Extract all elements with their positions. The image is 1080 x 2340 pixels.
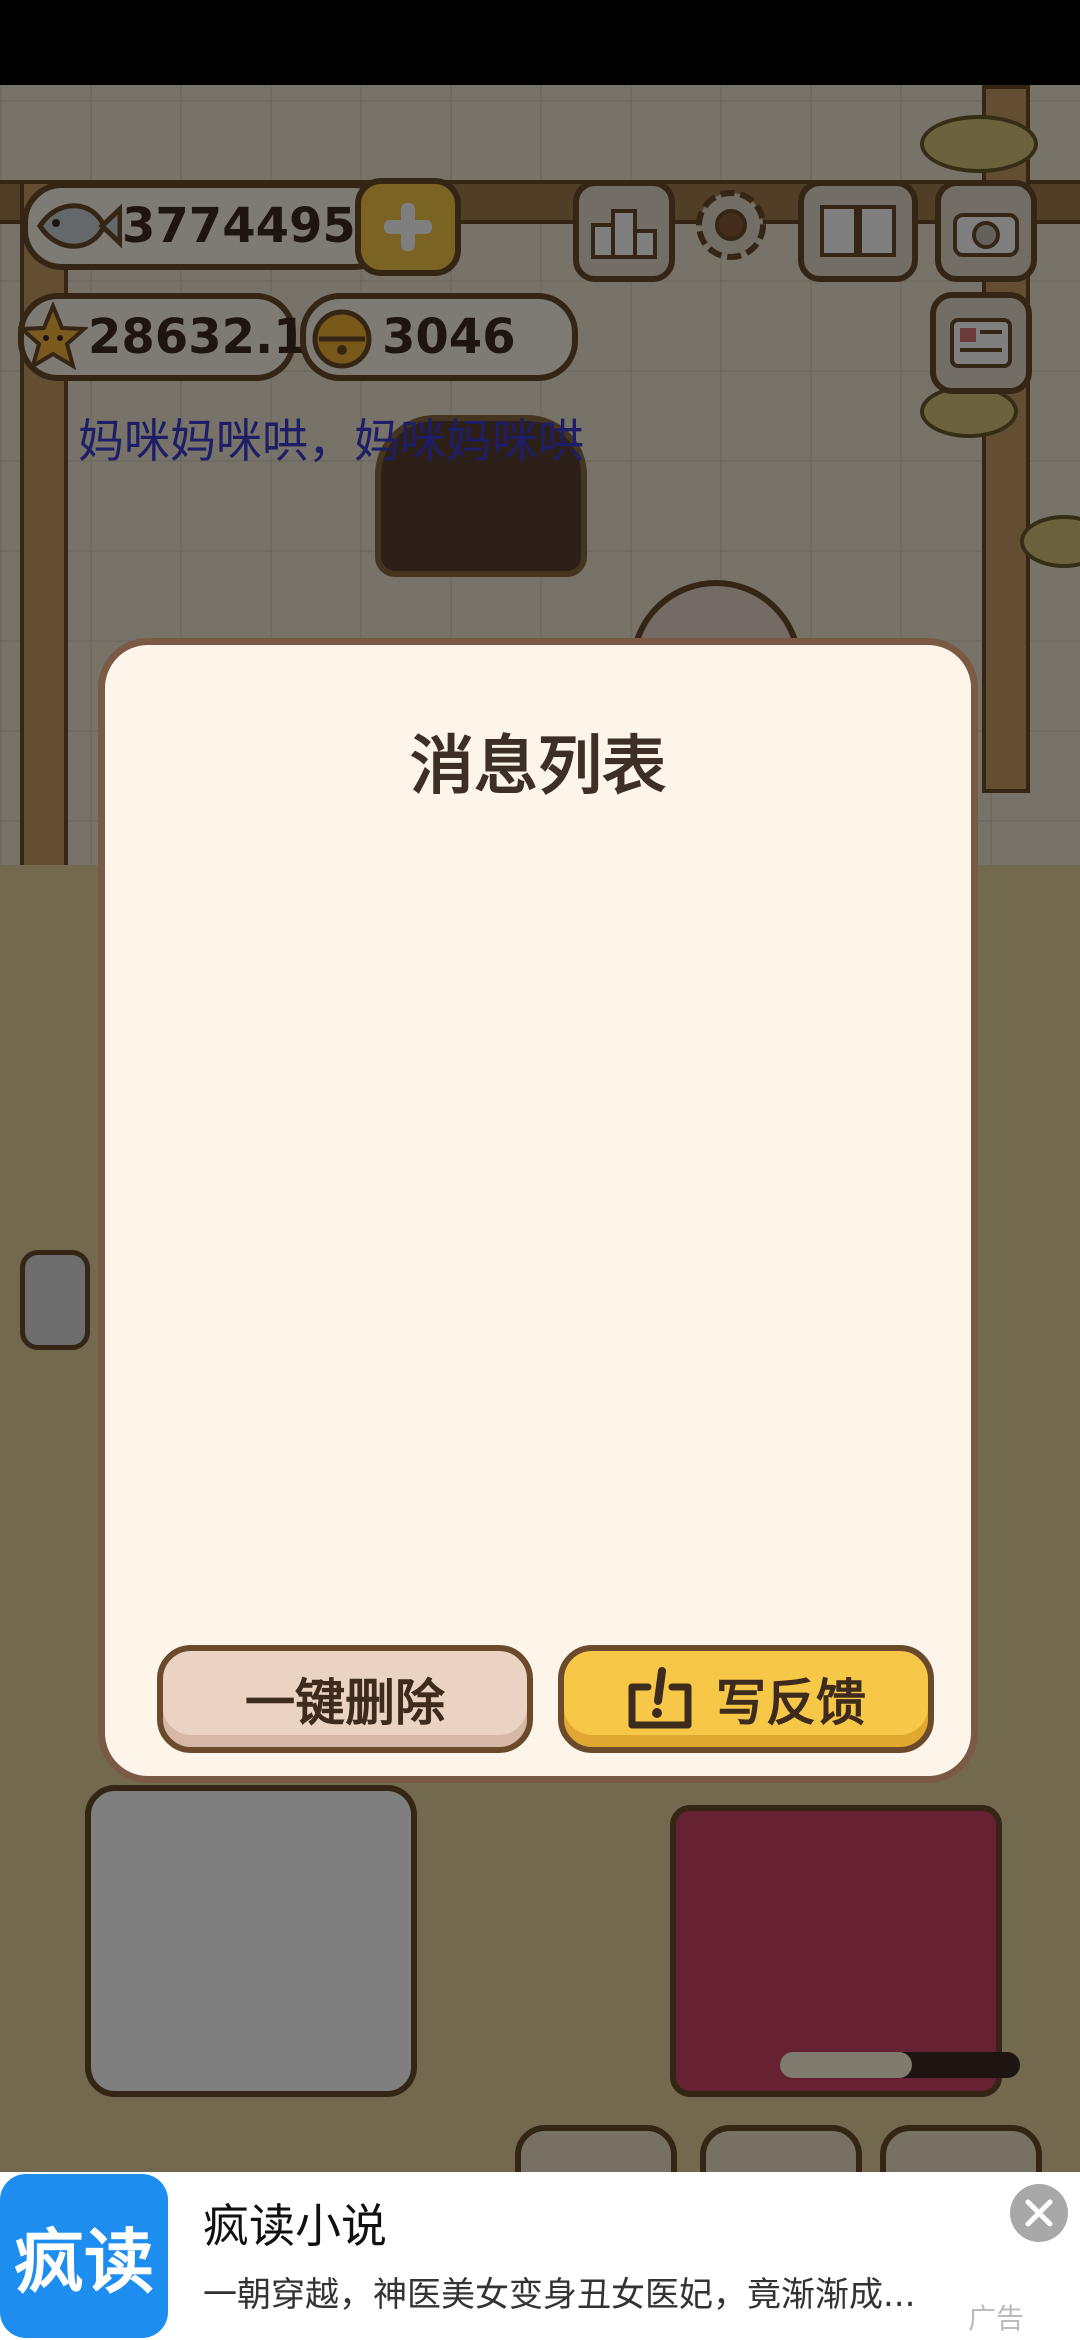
ad-close-button[interactable] — [1010, 2184, 1068, 2242]
ad-title[interactable]: 疯读小说 — [203, 2190, 387, 2256]
delete-all-label: 一键删除 — [245, 1674, 445, 1732]
feedback-icon — [626, 1667, 698, 1731]
message-list-dialog: 消息列表 一键删除 写反馈 — [98, 638, 978, 1783]
ad-tag-text: 广告 — [968, 2302, 1025, 2335]
close-icon — [1025, 2199, 1053, 2227]
status-bar — [0, 0, 1080, 85]
ad-app-logo[interactable]: 疯读 — [0, 2174, 168, 2338]
ad-banner[interactable]: 疯读 疯读小说 一朝穿越，神医美女变身丑女医妃，竟渐渐成... 广告 — [0, 2172, 1080, 2340]
write-feedback-button[interactable]: 写反馈 — [558, 1645, 934, 1753]
delete-all-button[interactable]: 一键删除 — [157, 1645, 533, 1753]
ad-description[interactable]: 一朝穿越，神医美女变身丑女医妃，竟渐渐成... — [203, 2267, 915, 2316]
ad-label: 广告 — [968, 2297, 1024, 2337]
dialog-title: 消息列表 — [410, 730, 666, 804]
write-feedback-label: 写反馈 — [716, 1674, 866, 1732]
